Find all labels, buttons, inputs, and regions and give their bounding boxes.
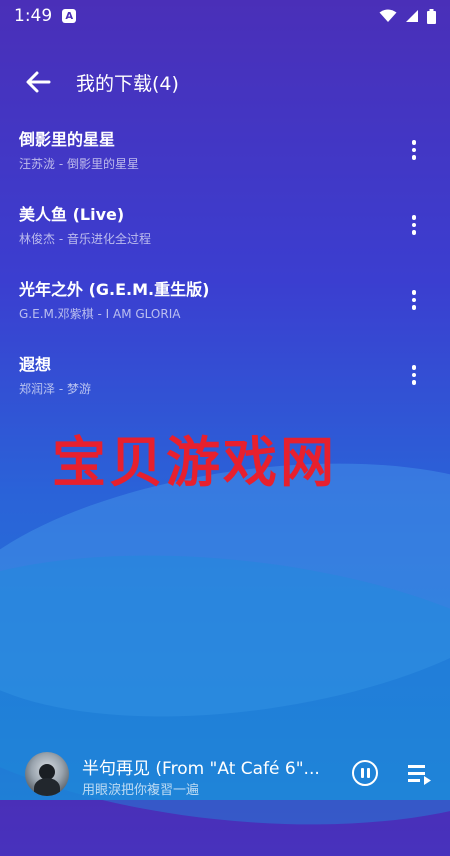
song-artist-album: 林俊杰 - 音乐进化全过程: [19, 232, 151, 246]
queue-icon[interactable]: [407, 762, 433, 786]
signal-icon: [406, 10, 418, 22]
arrow-back-icon: [26, 71, 51, 93]
song-artist-album: 郑润泽 - 梦游: [19, 382, 91, 396]
status-time: 1:49: [14, 6, 53, 26]
now-playing-subtitle: 用眼淚把你複習一遍: [82, 783, 200, 798]
app-notification-icon: A: [62, 9, 77, 23]
list-item[interactable]: 光年之外 (G.E.M.重生版) G.E.M.邓紫棋 - I AM GLORIA: [0, 266, 450, 341]
wifi-icon: [379, 9, 397, 22]
song-title: 倒影里的星星: [19, 130, 116, 149]
app-bar: 我的下载(4): [0, 58, 450, 106]
song-artist-album: 汪苏泷 - 倒影里的星星: [19, 157, 139, 171]
pause-icon: [360, 768, 364, 778]
status-bar: 1:49 A: [0, 0, 450, 32]
album-cover[interactable]: [25, 752, 69, 796]
song-artist-album: G.E.M.邓紫棋 - I AM GLORIA: [19, 307, 181, 321]
list-item[interactable]: 遐想 郑润泽 - 梦游: [0, 341, 450, 416]
more-vert-icon[interactable]: [402, 361, 426, 389]
song-title: 光年之外 (G.E.M.重生版): [19, 280, 210, 299]
download-list: 倒影里的星星 汪苏泷 - 倒影里的星星 美人鱼 (Live) 林俊杰 - 音乐进…: [0, 116, 450, 416]
song-title: 遐想: [19, 355, 52, 374]
list-item[interactable]: 倒影里的星星 汪苏泷 - 倒影里的星星: [0, 116, 450, 191]
page-title: 我的下载(4): [76, 72, 179, 95]
back-button[interactable]: [18, 62, 58, 102]
watermark-text: 宝贝游戏网: [52, 431, 337, 494]
song-title: 美人鱼 (Live): [19, 205, 125, 224]
pause-button[interactable]: [352, 760, 378, 786]
now-playing-title: 半句再见 (From "At Café 6"...: [82, 759, 320, 779]
mini-player[interactable]: 半句再见 (From "At Café 6"... 用眼淚把你複習一遍: [0, 748, 450, 800]
more-vert-icon[interactable]: [402, 136, 426, 164]
battery-icon: [427, 8, 436, 24]
more-vert-icon[interactable]: [402, 286, 426, 314]
more-vert-icon[interactable]: [402, 211, 426, 239]
list-item[interactable]: 美人鱼 (Live) 林俊杰 - 音乐进化全过程: [0, 191, 450, 266]
